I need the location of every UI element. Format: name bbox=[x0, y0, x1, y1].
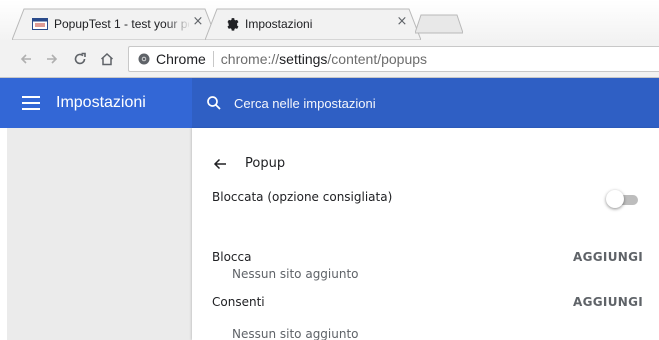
back-arrow-icon[interactable] bbox=[212, 156, 228, 172]
sidebar bbox=[7, 128, 192, 340]
toggle-knob bbox=[606, 190, 624, 208]
allow-add-button[interactable]: AGGIUNGI bbox=[573, 295, 643, 309]
url-text: chrome://settings/content/popups bbox=[221, 51, 427, 67]
settings-header: Impostazioni Cerca nelle impostazioni bbox=[0, 78, 659, 128]
settings-header-left: Impostazioni bbox=[0, 78, 190, 128]
reload-icon bbox=[74, 52, 86, 65]
back-arrow-icon bbox=[20, 54, 31, 64]
tab-title: Impostazioni bbox=[245, 17, 313, 31]
allow-section-label: Consenti bbox=[212, 295, 265, 309]
close-tab-icon[interactable]: × bbox=[395, 15, 409, 29]
block-toggle-label: Bloccata (opzione consigliata) bbox=[212, 190, 393, 204]
security-chip-label: Chrome bbox=[156, 51, 206, 67]
window-left-edge bbox=[0, 128, 7, 340]
close-tab-icon[interactable]: × bbox=[191, 15, 205, 29]
reload-button[interactable] bbox=[70, 49, 90, 69]
menu-icon[interactable] bbox=[22, 96, 40, 110]
url-path: /content/popups bbox=[327, 51, 428, 67]
search-placeholder: Cerca nelle impostazioni bbox=[234, 95, 376, 111]
block-section-label: Blocca bbox=[212, 250, 252, 264]
forward-arrow-icon bbox=[47, 54, 58, 64]
search-icon bbox=[207, 96, 221, 110]
home-icon bbox=[100, 52, 114, 66]
tab-popuptest[interactable]: PopupTest 1 - test your popup blocker × bbox=[12, 8, 217, 40]
popup-block-toggle[interactable] bbox=[606, 190, 642, 208]
settings-search[interactable]: Cerca nelle impostazioni bbox=[192, 78, 659, 128]
tab-strip: PopupTest 1 - test your popup blocker × … bbox=[0, 0, 659, 40]
page-title: Popup bbox=[245, 156, 286, 171]
gear-icon bbox=[227, 18, 239, 31]
popuptest-favicon bbox=[32, 18, 48, 30]
omnibox[interactable]: Chrome chrome://settings/content/popups bbox=[128, 46, 659, 72]
new-tab-shape bbox=[415, 14, 463, 34]
url-prefix: chrome:// bbox=[220, 51, 280, 67]
chrome-icon bbox=[138, 53, 150, 65]
allow-empty-text: Nessun sito aggiunto bbox=[232, 327, 359, 340]
settings-title: Impostazioni bbox=[56, 94, 146, 111]
popup-settings-card: Popup Bloccata (opzione consigliata) Blo… bbox=[192, 128, 659, 340]
browser-toolbar: Chrome chrome://settings/content/popups bbox=[0, 40, 659, 78]
block-add-button[interactable]: AGGIUNGI bbox=[573, 250, 643, 264]
tab-title-fade bbox=[165, 14, 191, 34]
omnibox-separator bbox=[212, 51, 214, 67]
tab-impostazioni[interactable]: Impostazioni × bbox=[205, 8, 421, 40]
back-button[interactable] bbox=[16, 49, 36, 69]
new-tab-button[interactable] bbox=[415, 8, 463, 40]
home-button[interactable] bbox=[97, 49, 117, 69]
block-empty-text: Nessun sito aggiunto bbox=[232, 267, 359, 281]
url-host: settings bbox=[279, 51, 328, 67]
forward-button[interactable] bbox=[42, 49, 62, 69]
